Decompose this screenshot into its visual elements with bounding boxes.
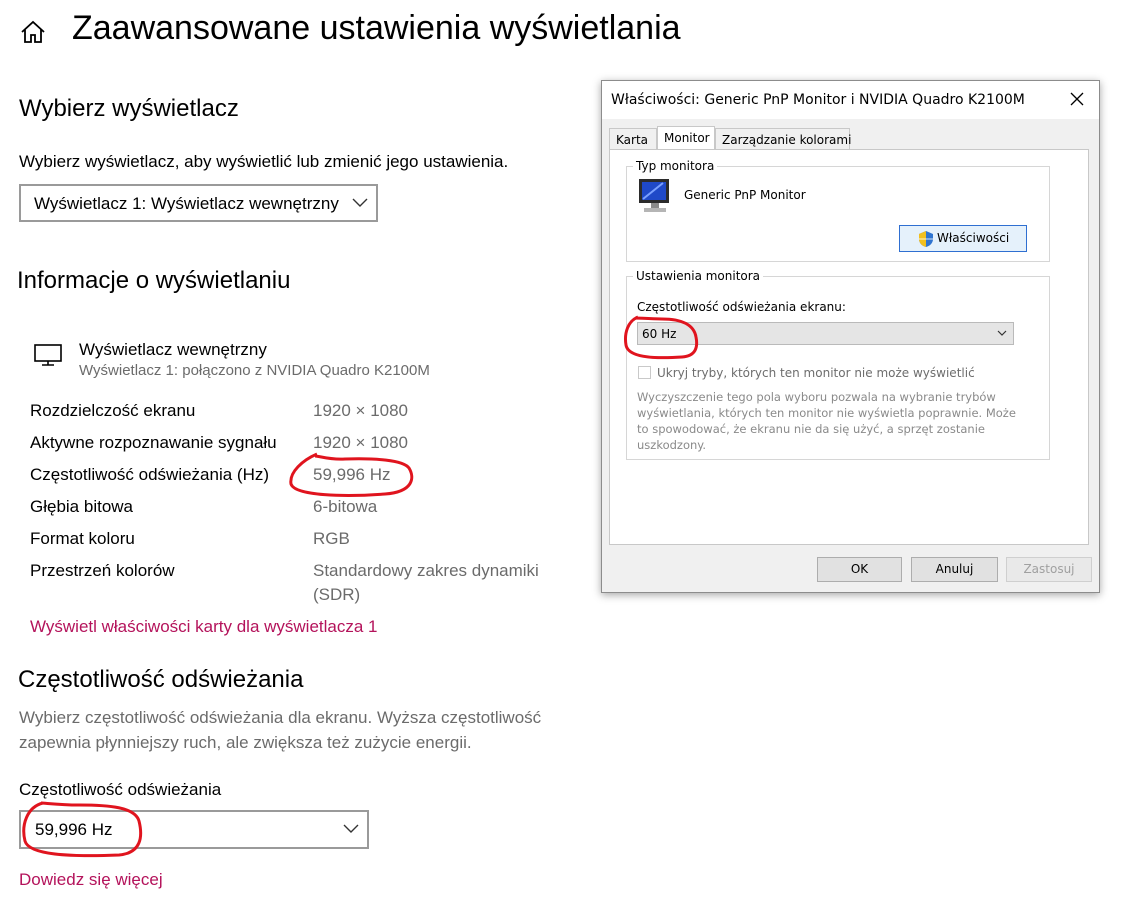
tab-color-management[interactable]: Zarządzanie kolorami — [715, 128, 851, 149]
screen-refresh-value: 60 Hz — [642, 327, 677, 341]
monitor-icon — [34, 344, 62, 366]
info-value-bit-depth: 6-bitowa — [313, 497, 378, 516]
refresh-field-label: Częstotliwość odświeżania — [19, 780, 222, 799]
screen-refresh-combo[interactable]: 60 Hz — [637, 322, 1014, 345]
help-line: Wyczyszczenie tego pola wyboru pozwala n… — [637, 390, 996, 404]
display-connection: Wyświetlacz 1: połączono z NVIDIA Quadro… — [79, 362, 430, 379]
info-label-refresh: Częstotliwość odświeżania (Hz) — [30, 465, 270, 484]
info-value-resolution: 1920 × 1080 — [313, 401, 409, 420]
close-icon[interactable] — [1069, 91, 1085, 107]
monitor-properties-label: Właściwości — [937, 231, 1010, 245]
chevron-down-icon — [352, 198, 368, 207]
display-name: Wyświetlacz wewnętrzny — [79, 340, 267, 359]
monitor-settings-legend: Ustawienia monitora — [633, 269, 764, 283]
dialog-title: Właściwości: Generic PnP Monitor i NVIDI… — [611, 92, 1025, 108]
info-label-color-space: Przestrzeń kolorów — [30, 561, 175, 580]
apply-button[interactable]: Zastosuj — [1006, 557, 1092, 582]
tab-karta[interactable]: Karta — [609, 128, 657, 149]
info-value-color-space-line2: (SDR) — [313, 585, 361, 604]
screen-refresh-label: Częstotliwość odświeżania ekranu: — [637, 300, 846, 314]
refresh-description-line2: zapewnia płynniejszy ruch, ale zwiększa … — [19, 733, 472, 752]
monitor-properties-button[interactable]: Właściwości — [899, 225, 1027, 252]
help-line: wyświetlania, których ten monitor nie wy… — [637, 406, 1016, 420]
adapter-properties-link[interactable]: Wyświetl właściwości karty dla wyświetla… — [30, 617, 378, 637]
info-value-color-format: RGB — [313, 529, 350, 548]
hide-modes-checkbox[interactable] — [638, 366, 651, 379]
info-value-refresh: 59,996 Hz — [313, 465, 391, 484]
display-info-heading: Informacje o wyświetlaniu — [17, 267, 291, 294]
monitor-type-legend: Typ monitora — [633, 159, 718, 173]
refresh-rate-heading: Częstotliwość odświeżania — [18, 666, 304, 693]
refresh-rate-dropdown[interactable]: 59,996 Hz — [19, 810, 369, 849]
tab-monitor[interactable]: Monitor — [657, 126, 715, 150]
display-select-dropdown[interactable]: Wyświetlacz 1: Wyświetlacz wewnętrzny — [19, 184, 378, 222]
dialog-titlebar: Właściwości: Generic PnP Monitor i NVIDI… — [602, 81, 1099, 119]
ok-button[interactable]: OK — [817, 557, 902, 582]
hide-modes-help: Wyczyszczenie tego pola wyboru pozwala n… — [637, 389, 1016, 453]
learn-more-link[interactable]: Dowiedz się więcej — [19, 870, 163, 890]
info-value-active-signal: 1920 × 1080 — [313, 433, 409, 452]
info-label-active-signal: Aktywne rozpoznawanie sygnału — [30, 433, 277, 452]
chevron-down-icon — [343, 824, 359, 833]
monitor-settings-group: Ustawienia monitora Częstotliwość odświe… — [626, 269, 1050, 460]
select-display-description: Wybierz wyświetlacz, aby wyświetlić lub … — [19, 152, 509, 171]
uac-shield-icon — [919, 231, 933, 247]
hide-modes-label: Ukryj tryby, których ten monitor nie moż… — [657, 366, 975, 380]
refresh-description-line1: Wybierz częstotliwość odświeżania dla ek… — [19, 708, 542, 727]
info-label-bit-depth: Głębia bitowa — [30, 497, 134, 516]
info-value-color-space: Standardowy zakres dynamiki — [313, 561, 539, 580]
info-label-resolution: Rozdzielczość ekranu — [30, 401, 196, 420]
help-line: uszkodzony. — [637, 438, 707, 452]
properties-dialog: Właściwości: Generic PnP Monitor i NVIDI… — [601, 80, 1100, 593]
chevron-down-icon — [997, 330, 1007, 336]
cancel-button[interactable]: Anuluj — [911, 557, 998, 582]
home-icon[interactable] — [19, 18, 47, 46]
help-line: to spowodować, że ekranu nie da się użyć… — [637, 422, 985, 436]
refresh-rate-value: 59,996 Hz — [35, 820, 113, 839]
page-title: Zaawansowane ustawienia wyświetlania — [72, 9, 681, 47]
monitor-type-group: Typ monitora Generic PnP Monitor Właściw… — [626, 159, 1050, 262]
info-label-color-format: Format koloru — [30, 529, 135, 548]
crt-monitor-icon — [639, 179, 669, 212]
monitor-name: Generic PnP Monitor — [684, 188, 806, 202]
monitor-tab-panel: Typ monitora Generic PnP Monitor Właściw… — [609, 149, 1089, 545]
display-select-value: Wyświetlacz 1: Wyświetlacz wewnętrzny — [34, 194, 339, 213]
select-display-heading: Wybierz wyświetlacz — [19, 95, 239, 122]
